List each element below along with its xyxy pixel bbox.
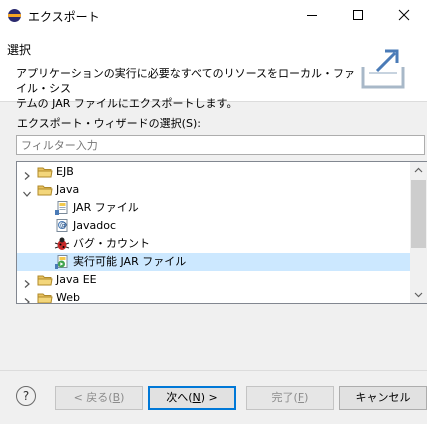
tree-item-label: バグ・カウント: [73, 237, 150, 250]
chevron-up-icon: [414, 167, 423, 173]
back-button-key: B: [112, 391, 121, 404]
tree-item[interactable]: EJB: [17, 163, 410, 181]
tree-item-label: 実行可能 JAR ファイル: [73, 255, 187, 268]
window-title: エクスポート: [28, 10, 100, 24]
next-button-text: 次へ(: [166, 391, 193, 404]
chevron-down-icon: [23, 191, 31, 197]
chevron-down-icon: [414, 292, 423, 298]
folder-icon: [37, 290, 53, 303]
description-line-2: テムの JAR ファイルにエクスポートします。: [16, 97, 238, 110]
page-description: アプリケーションの実行に必要なすべてのリソースをローカル・ファイル・シス テムの…: [16, 66, 356, 111]
tree-item-label: Java EE: [56, 273, 97, 286]
finish-button-suffix: ): [304, 391, 309, 404]
title-bar: エクスポート: [0, 0, 427, 31]
tree-item[interactable]: Java EE: [17, 271, 410, 289]
tree-item-label: Java: [56, 183, 80, 196]
cancel-button[interactable]: キャンセル: [339, 386, 427, 410]
tree-item[interactable]: バグ・カウント: [17, 235, 410, 253]
maximize-icon: [353, 10, 363, 20]
wizard-tree[interactable]: EJB Java JAR ファイル @ Javadoc バグ・カウント実行可能 JAR フ…: [16, 161, 427, 304]
back-button[interactable]: < 戻る(B): [55, 386, 143, 410]
tree-item[interactable]: JAR ファイル: [17, 199, 410, 217]
tree-item-label: Web: [56, 291, 80, 304]
next-button-key: N: [192, 391, 201, 404]
close-button[interactable]: [381, 0, 427, 31]
scroll-down-button[interactable]: [410, 286, 427, 303]
footer-separator: [0, 370, 427, 371]
export-wizard-icon: [361, 49, 405, 89]
minimize-icon: [307, 15, 317, 16]
finish-button-text: 完了(: [271, 391, 298, 404]
close-icon: [398, 9, 410, 21]
minimize-button[interactable]: [289, 0, 335, 31]
chevron-right-icon: [24, 172, 30, 180]
wizard-list-label: エクスポート・ウィザードの選択(S):: [17, 117, 201, 130]
maximize-button[interactable]: [335, 0, 381, 31]
wizard-header: 選択 アプリケーションの実行に必要なすべてのリソースをローカル・ファイル・シス …: [0, 31, 427, 110]
tree-item[interactable]: 実行可能 JAR ファイル: [17, 253, 410, 271]
back-button-suffix: ): [120, 391, 125, 404]
tree-item-label: JAR ファイル: [73, 201, 139, 214]
eclipse-icon: [8, 9, 21, 22]
description-line-1: アプリケーションの実行に必要なすべてのリソースをローカル・ファイル・シス: [16, 67, 356, 95]
svg-text:@: @: [60, 222, 67, 230]
chevron-right-icon: [24, 298, 30, 303]
tree-item-label: Javadoc: [73, 219, 116, 232]
scroll-thumb[interactable]: [411, 180, 426, 248]
help-button[interactable]: ?: [16, 386, 36, 406]
filter-input[interactable]: [16, 135, 425, 155]
vertical-scrollbar[interactable]: [410, 162, 427, 303]
tree-item[interactable]: @ Javadoc: [17, 217, 410, 235]
expand-toggle[interactable]: [23, 294, 31, 303]
page-title: 選択: [7, 43, 32, 57]
tree-item[interactable]: Web: [17, 289, 410, 304]
tree-item[interactable]: Java: [17, 181, 410, 199]
scroll-up-button[interactable]: [410, 162, 427, 179]
back-button-text: < 戻る(: [73, 391, 113, 404]
next-button[interactable]: 次へ(N) >: [148, 386, 236, 410]
chevron-right-icon: [24, 280, 30, 288]
finish-button[interactable]: 完了(F): [246, 386, 334, 410]
tree-item-label: EJB: [56, 165, 74, 178]
next-button-suffix: ) >: [200, 391, 218, 404]
